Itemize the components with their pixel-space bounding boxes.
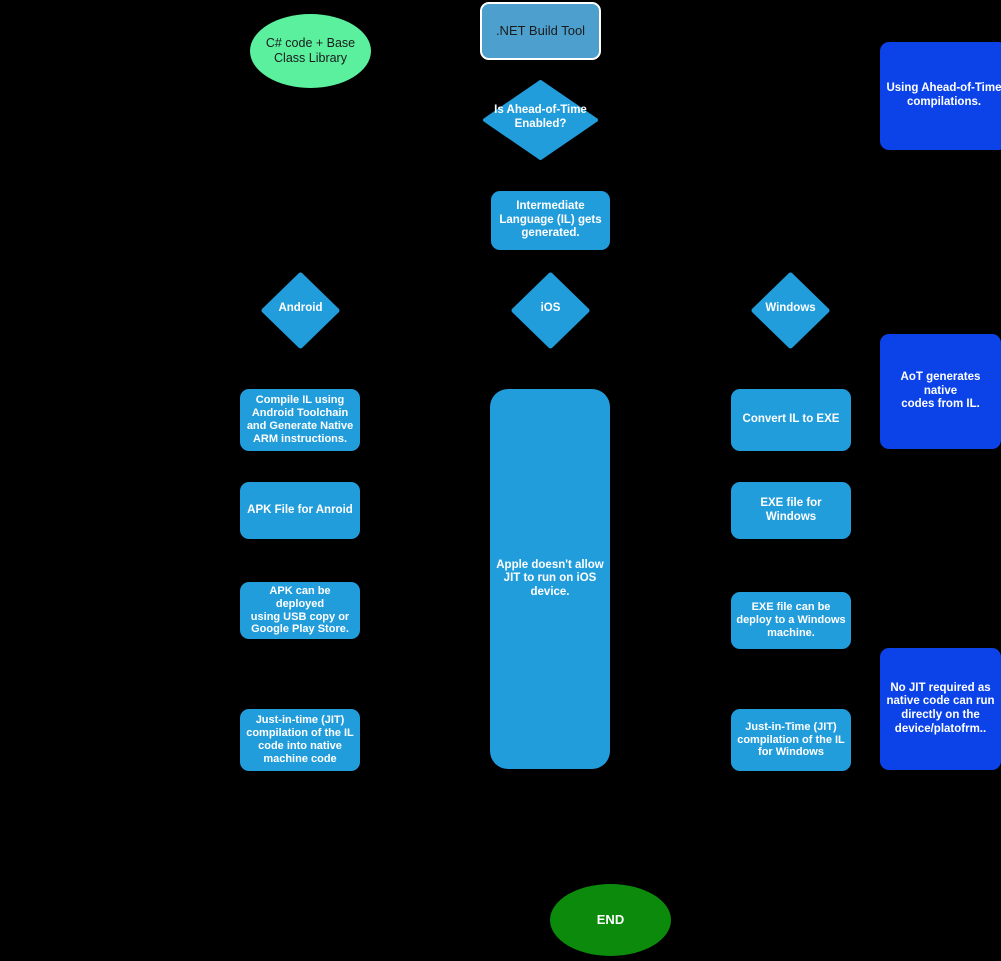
node-windows-convert-il-to-exe-label: Convert IL to EXE (742, 413, 840, 426)
node-android-decision[interactable]: Android (261, 272, 340, 349)
node-android-compile-il-label: Compile IL using Android Toolchain and G… (246, 394, 354, 445)
node-windows-decision[interactable]: Windows (751, 272, 830, 349)
node-android-decision-label: Android (278, 302, 323, 314)
node-il-generated[interactable]: Intermediate Language (IL) gets generate… (491, 191, 610, 250)
node-android-compile-il[interactable]: Compile IL using Android Toolchain and G… (240, 389, 360, 451)
node-android-jit-label: Just-in-time (JIT) compilation of the IL… (246, 714, 354, 765)
node-android-jit[interactable]: Just-in-time (JIT) compilation of the IL… (240, 709, 360, 771)
node-windows-convert-il-to-exe[interactable]: Convert IL to EXE (731, 389, 851, 451)
node-windows-exe-file-label: EXE file for Windows (760, 496, 822, 523)
node-android-apk-file[interactable]: APK File for Anroid (240, 482, 360, 539)
node-windows-exe-deploy-label: EXE file can be deploy to a Windows mach… (736, 601, 846, 639)
node-android-apk-file-label: APK File for Anroid (247, 503, 353, 516)
node-ios-no-jit-box-label: Apple doesn't allow JIT to run on iOS de… (496, 558, 604, 598)
node-android-apk-deploy[interactable]: APK can be deployed using USB copy or Go… (240, 582, 360, 639)
note-aot-generates-native-code[interactable]: AoT generates native codes from IL. (880, 334, 1001, 449)
note-using-aot-compilations-label: Using Ahead-of-Time compilations. (886, 82, 1001, 108)
flowchart-canvas: C# code + Base Class Library .NET Build … (0, 0, 1001, 961)
node-windows-exe-file[interactable]: EXE file for Windows (731, 482, 851, 539)
node-aot-decision[interactable]: Is Ahead-of-Time Enabled? (481, 80, 600, 160)
node-il-generated-label: Intermediate Language (IL) gets generate… (499, 200, 602, 240)
node-end-label: END (596, 912, 625, 928)
node-start-csharp-code-label: C# code + Base Class Library (265, 36, 356, 65)
node-ios-no-jit-box[interactable]: Apple doesn't allow JIT to run on iOS de… (490, 389, 610, 769)
node-android-apk-deploy-label: APK can be deployed using USB copy or Go… (250, 584, 350, 636)
node-windows-exe-deploy[interactable]: EXE file can be deploy to a Windows mach… (731, 592, 851, 649)
node-windows-decision-label: Windows (765, 302, 816, 314)
note-using-aot-compilations[interactable]: Using Ahead-of-Time compilations. (880, 42, 1001, 150)
node-dotnet-build-tool[interactable]: .NET Build Tool (480, 2, 601, 60)
node-dotnet-build-tool-label: .NET Build Tool (495, 23, 586, 39)
note-no-jit-required-label: No JIT required as native code can run d… (886, 681, 995, 735)
node-windows-jit[interactable]: Just-in-Time (JIT) compilation of the IL… (731, 709, 851, 771)
note-no-jit-required[interactable]: No JIT required as native code can run d… (880, 648, 1001, 770)
node-ios-decision[interactable]: iOS (511, 272, 590, 349)
node-start-csharp-code[interactable]: C# code + Base Class Library (250, 14, 371, 88)
note-aot-generates-native-code-label: AoT generates native codes from IL. (900, 371, 981, 411)
node-end[interactable]: END (550, 884, 671, 956)
node-windows-jit-label: Just-in-Time (JIT) compilation of the IL… (737, 720, 845, 759)
node-ios-decision-label: iOS (540, 302, 561, 314)
node-aot-decision-label: Is Ahead-of-Time Enabled? (494, 104, 587, 130)
